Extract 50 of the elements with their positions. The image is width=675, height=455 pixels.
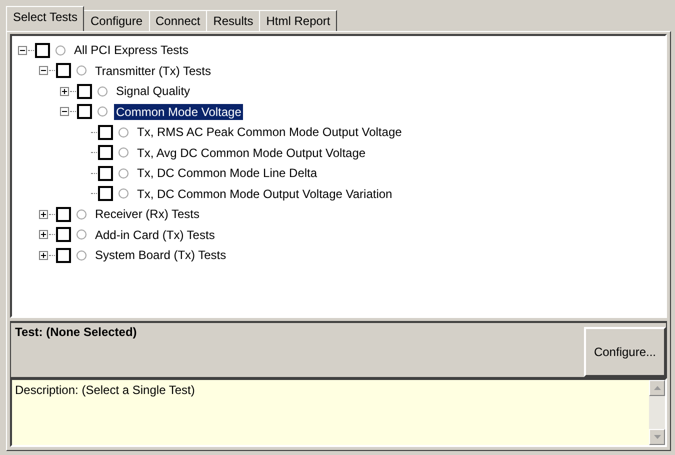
- circle-icon: [76, 65, 87, 76]
- tree-item[interactable]: Add-in Card (Tx) Tests: [93, 226, 217, 243]
- circle-icon: [97, 86, 108, 97]
- expander-icon[interactable]: [18, 46, 27, 55]
- checkbox[interactable]: [56, 248, 71, 263]
- checkbox[interactable]: [98, 186, 113, 202]
- tree-item[interactable]: Tx, RMS AC Peak Common Mode Output Voltage: [135, 124, 404, 140]
- tree-item[interactable]: Tx, DC Common Mode Output Voltage Variation: [135, 186, 394, 202]
- circle-icon: [118, 188, 129, 200]
- circle-icon: [76, 208, 87, 220]
- circle-icon: [55, 44, 66, 56]
- checkbox[interactable]: [77, 84, 92, 99]
- checkbox[interactable]: [98, 124, 113, 140]
- circle-icon: [118, 147, 129, 158]
- scroll-down-icon[interactable]: [649, 429, 665, 445]
- tab[interactable]: Results: [206, 10, 260, 31]
- tab[interactable]: Html Report: [259, 10, 338, 31]
- test-label: Test: (None Selected): [14, 324, 138, 341]
- description-text: Description: (Select a Single Test): [14, 382, 196, 399]
- tree-item[interactable]: Receiver (Rx) Tests: [93, 206, 202, 222]
- checkbox[interactable]: [56, 227, 71, 242]
- scroll-up-icon[interactable]: [649, 380, 665, 396]
- expander-icon[interactable]: [60, 107, 69, 116]
- expander-icon[interactable]: [39, 66, 48, 76]
- tree-item[interactable]: Tx, DC Common Mode Line Delta: [135, 165, 320, 182]
- tree-item[interactable]: System Board (Tx) Tests: [93, 247, 228, 264]
- circle-icon: [118, 168, 129, 179]
- checkbox[interactable]: [98, 145, 113, 160]
- tab[interactable]: Select Tests: [6, 6, 84, 31]
- scrollbar[interactable]: [649, 380, 665, 445]
- tab[interactable]: Connect: [148, 10, 208, 31]
- tree-item[interactable]: Transmitter (Tx) Tests: [93, 62, 214, 79]
- tree-item[interactable]: All PCI Express Tests: [72, 42, 190, 58]
- circle-icon: [97, 106, 108, 118]
- checkbox[interactable]: [77, 104, 92, 120]
- checkbox[interactable]: [56, 206, 71, 222]
- configure-button[interactable]: Configure...: [584, 327, 666, 377]
- checkbox[interactable]: [56, 63, 71, 78]
- expander-icon[interactable]: [39, 230, 48, 240]
- tree-item[interactable]: Common Mode Voltage: [114, 104, 244, 120]
- expander-icon[interactable]: [39, 250, 48, 260]
- circle-icon: [76, 250, 87, 261]
- expander-icon[interactable]: [39, 210, 48, 219]
- checkbox[interactable]: [35, 42, 50, 58]
- tree-item[interactable]: Tx, Avg DC Common Mode Output Voltage: [135, 144, 368, 161]
- circle-icon: [118, 126, 129, 138]
- expander-icon[interactable]: [60, 86, 69, 96]
- checkbox[interactable]: [98, 166, 113, 181]
- tree-item[interactable]: Signal Quality: [114, 83, 192, 100]
- circle-icon: [76, 229, 87, 240]
